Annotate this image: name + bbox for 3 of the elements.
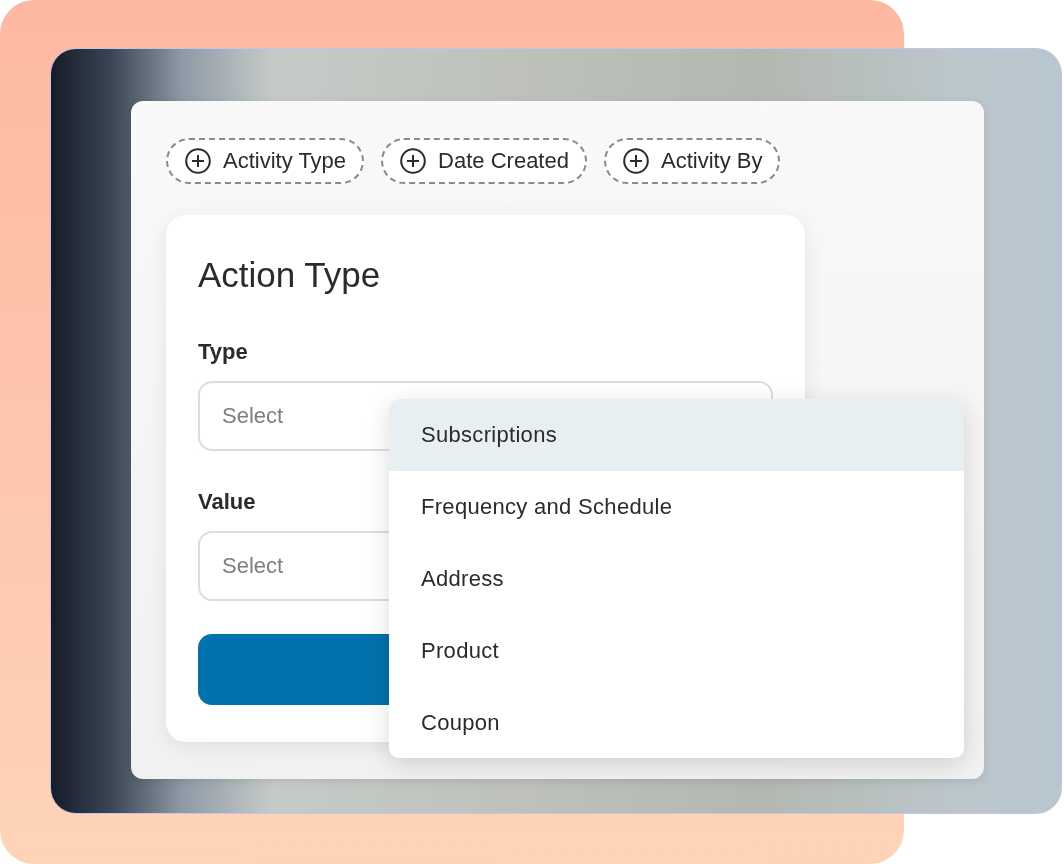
field-label: Value [198, 489, 256, 515]
field-label: Type [198, 339, 248, 365]
form-title: Action Type [198, 255, 382, 295]
